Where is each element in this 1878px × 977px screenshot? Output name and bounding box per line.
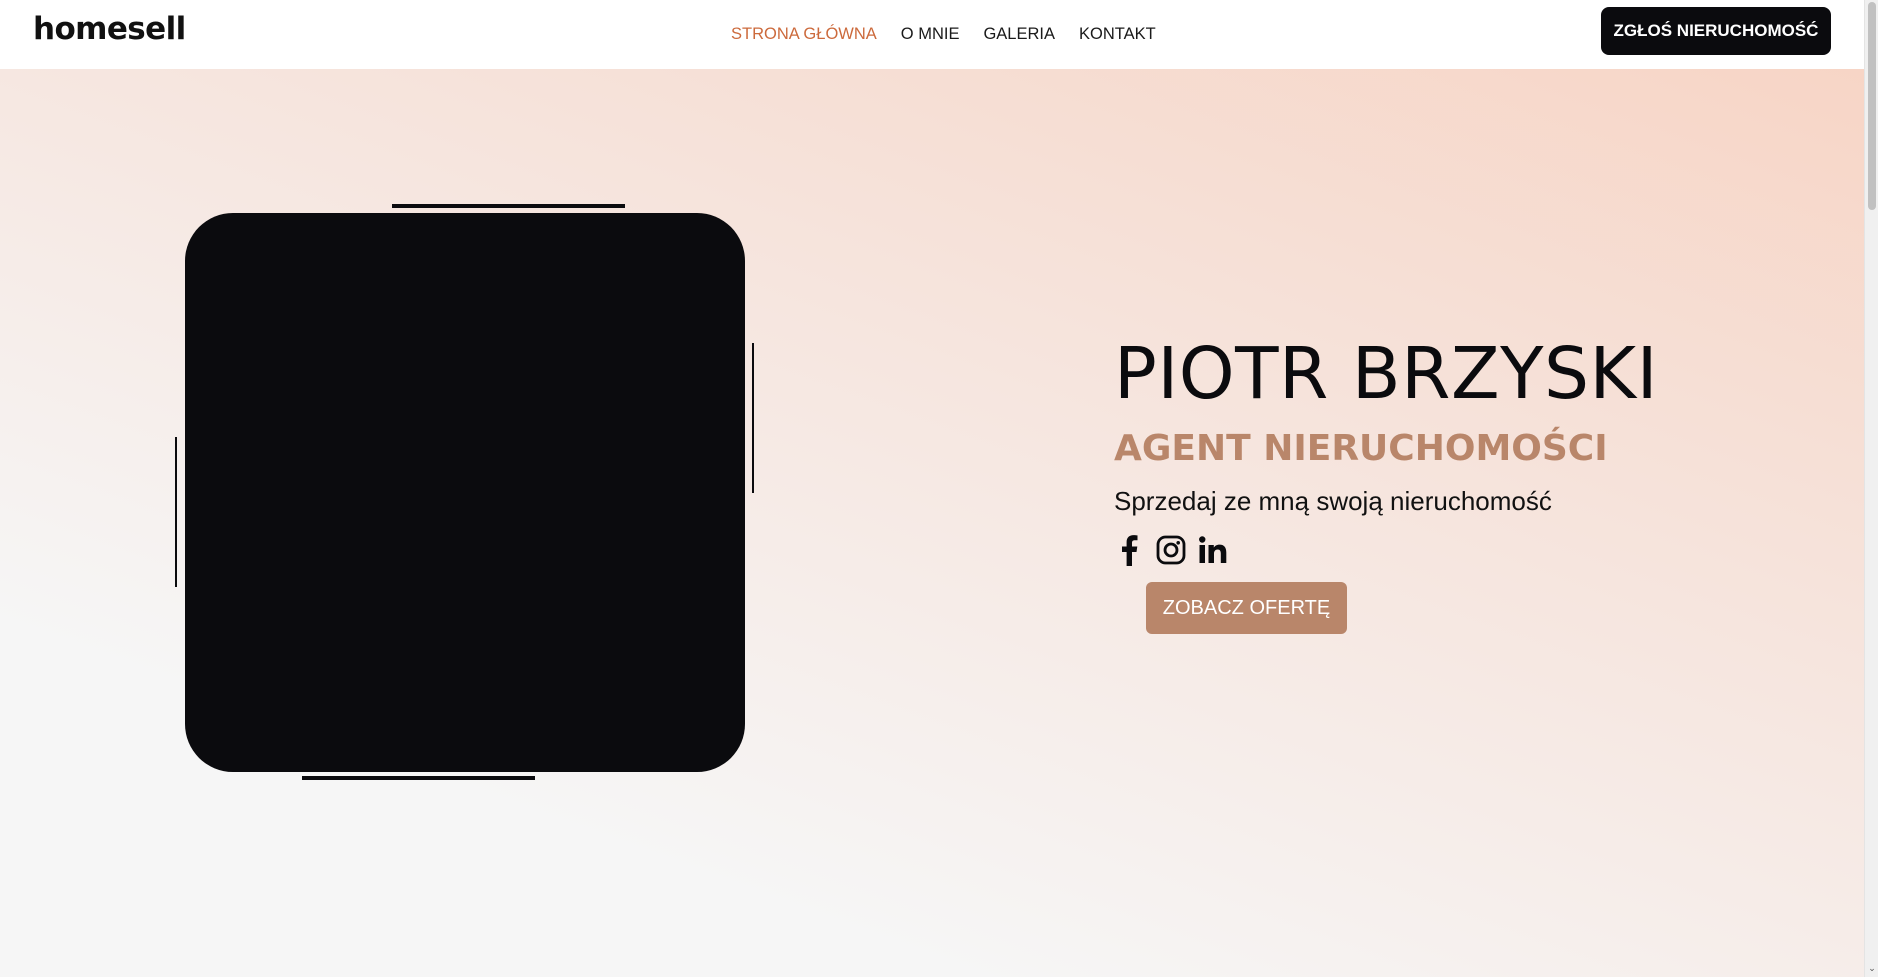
nav-item-contact[interactable]: KONTAKT xyxy=(1079,25,1156,44)
agent-photo xyxy=(185,213,745,772)
instagram-icon[interactable] xyxy=(1156,534,1186,566)
hero-tagline: Sprzedaj ze mną swoją nieruchomość xyxy=(1114,486,1552,516)
decor-line-left xyxy=(175,437,177,587)
decor-line-bottom xyxy=(302,776,535,780)
site-header: homesell STRONA GŁÓWNA O MNIE GALERIA KO… xyxy=(0,0,1864,69)
page-scrollbar[interactable]: ⌄ xyxy=(1864,0,1878,977)
main-nav: STRONA GŁÓWNA O MNIE GALERIA KONTAKT xyxy=(731,25,1156,44)
page: homesell STRONA GŁÓWNA O MNIE GALERIA KO… xyxy=(0,0,1878,977)
scroll-down-icon[interactable]: ⌄ xyxy=(1865,963,1878,975)
nav-item-gallery[interactable]: GALERIA xyxy=(983,25,1055,44)
facebook-icon[interactable] xyxy=(1114,534,1144,566)
nav-item-about[interactable]: O MNIE xyxy=(901,25,960,44)
agent-role: AGENT NIERUCHOMOŚCI xyxy=(1114,428,1608,469)
decor-line-top xyxy=(392,204,625,208)
logo[interactable]: homesell xyxy=(33,11,186,47)
see-offer-button[interactable]: ZOBACZ OFERTĘ xyxy=(1146,582,1347,634)
agent-name: PIOTR BRZYSKI xyxy=(1114,332,1659,415)
social-links xyxy=(1114,534,1228,566)
nav-item-home[interactable]: STRONA GŁÓWNA xyxy=(731,25,877,44)
scrollbar-thumb[interactable] xyxy=(1868,2,1876,210)
linkedin-icon[interactable] xyxy=(1198,534,1228,566)
decor-line-right xyxy=(752,343,754,493)
submit-property-button[interactable]: ZGŁOŚ NIERUCHOMOŚĆ xyxy=(1601,7,1831,55)
